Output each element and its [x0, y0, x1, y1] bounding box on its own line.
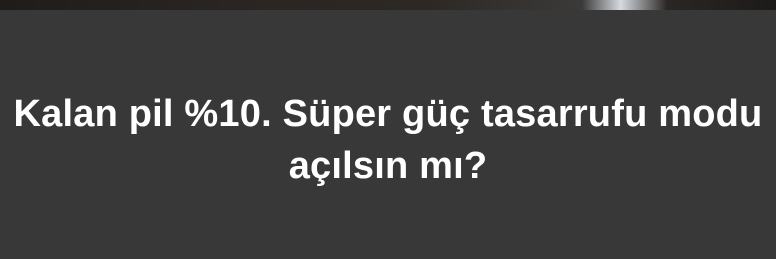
screen: Kalan pil %10. Süper güç tasarrufu modu … — [0, 0, 776, 259]
dialog-title: Kalan pil %10. Süper güç tasarrufu modu … — [13, 93, 763, 187]
background-wallpaper-strip — [0, 0, 776, 10]
dialog-body-cutoff — [0, 236, 776, 259]
battery-saver-dialog: Kalan pil %10. Süper güç tasarrufu modu … — [0, 10, 776, 259]
